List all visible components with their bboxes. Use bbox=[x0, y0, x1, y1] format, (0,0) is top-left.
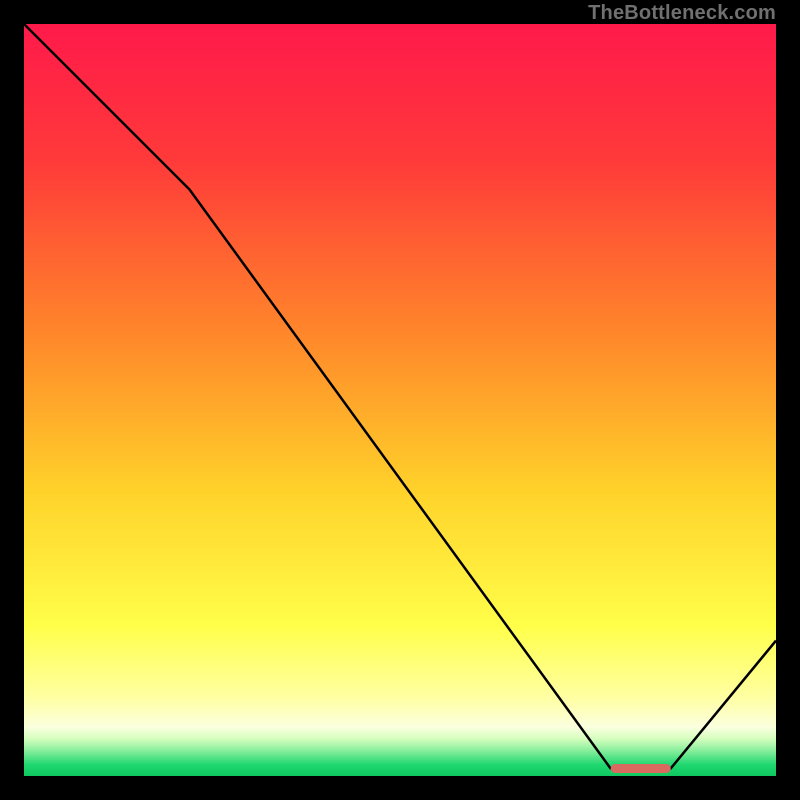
optimal-range-marker bbox=[611, 764, 671, 773]
plot-area bbox=[24, 24, 776, 776]
line-layer bbox=[24, 24, 776, 776]
watermark-text: TheBottleneck.com bbox=[588, 2, 776, 25]
bottleneck-curve bbox=[24, 24, 776, 769]
chart-frame: TheBottleneck.com bbox=[0, 0, 800, 800]
